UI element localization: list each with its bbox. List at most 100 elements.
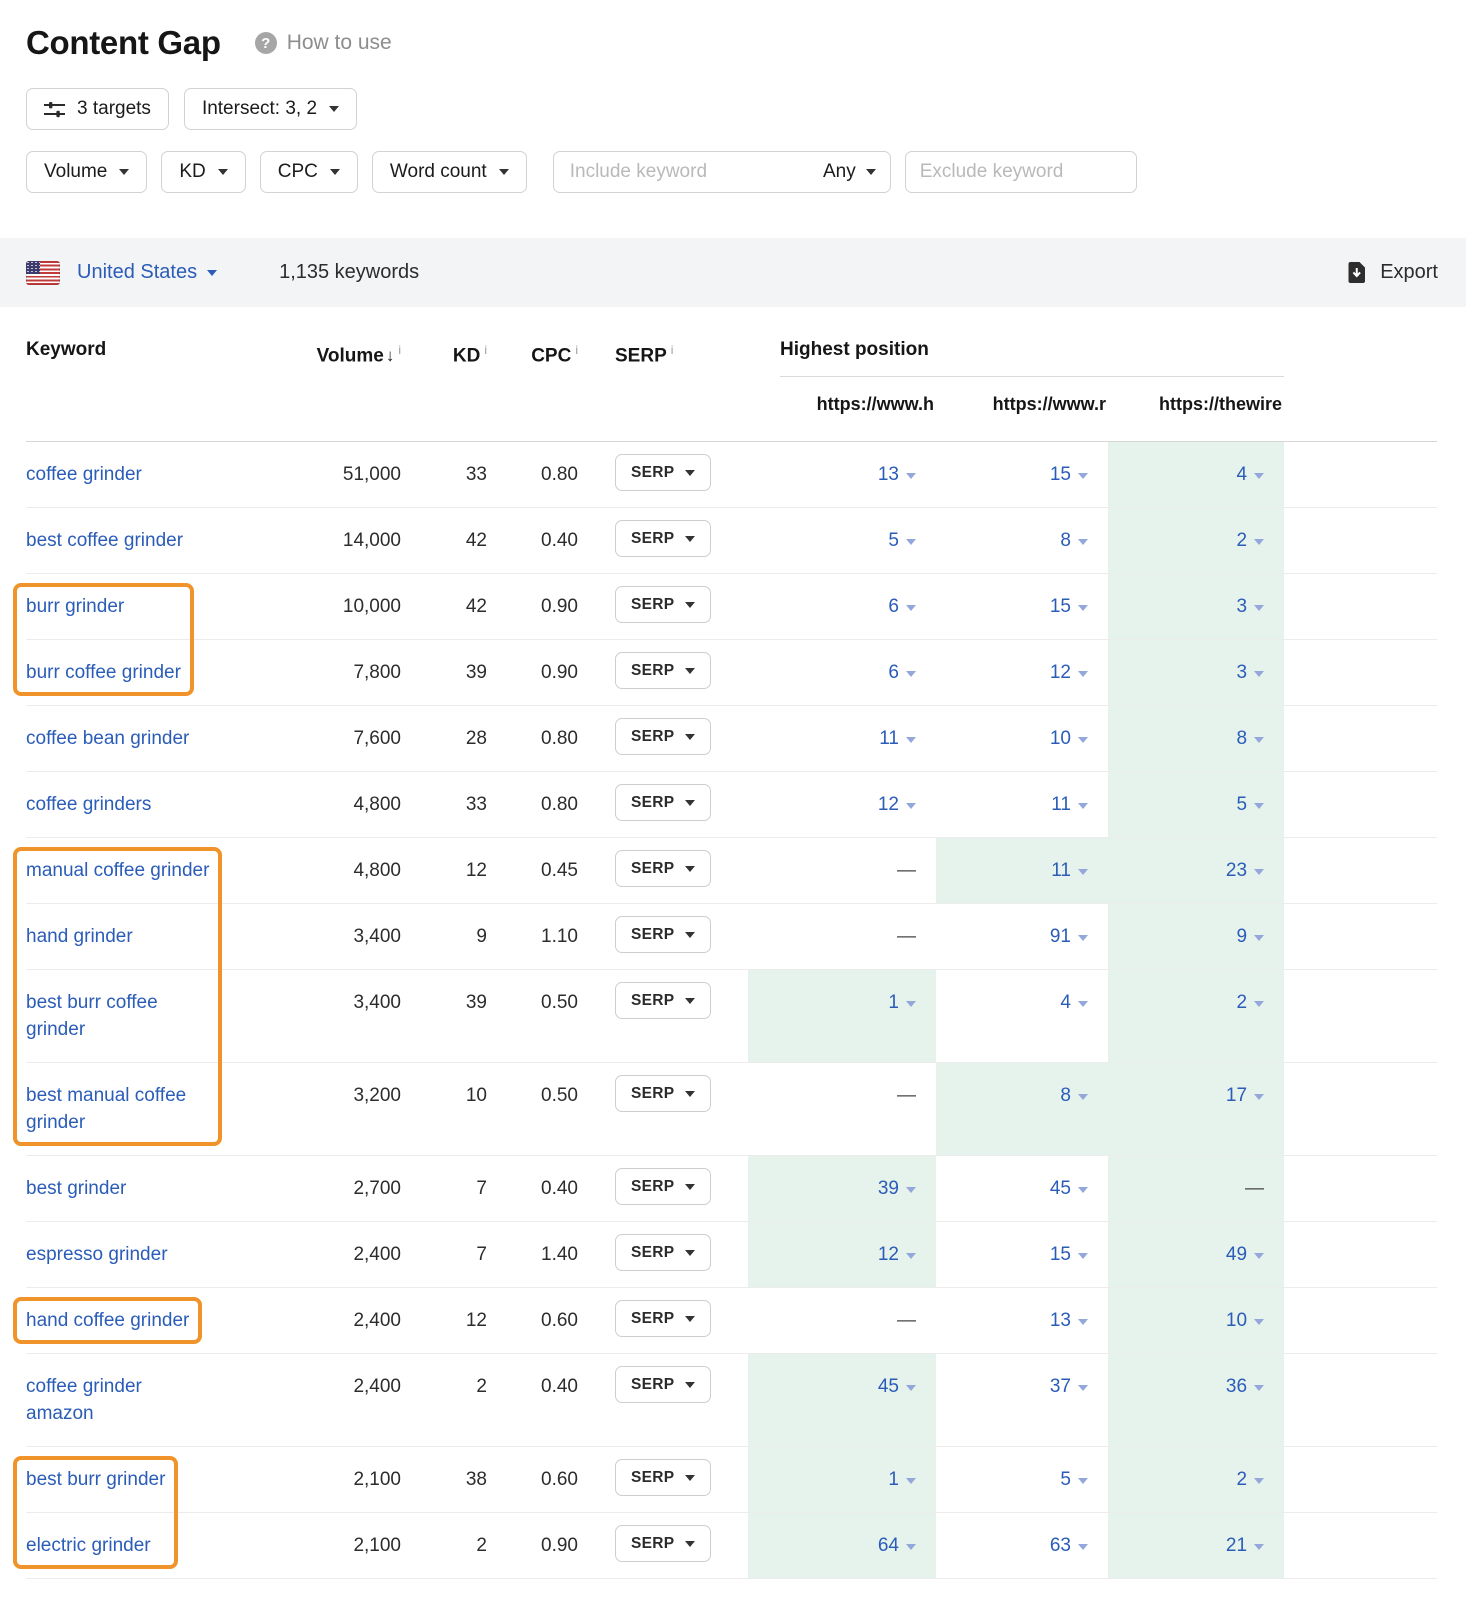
chevron-down-icon — [330, 169, 340, 175]
position-value[interactable]: 91 — [1050, 923, 1088, 950]
position-value[interactable]: 13 — [1050, 1307, 1088, 1334]
position-value[interactable]: 2 — [1236, 527, 1264, 554]
position-value[interactable]: 63 — [1050, 1532, 1088, 1559]
position-value[interactable]: 8 — [1060, 527, 1088, 554]
chevron-down-icon — [1078, 869, 1088, 875]
keyword-link[interactable]: hand coffee grinder — [26, 1307, 189, 1334]
position-value[interactable]: 1 — [888, 989, 916, 1016]
position-value[interactable]: 6 — [888, 659, 916, 686]
position-value[interactable]: 3 — [1236, 659, 1264, 686]
keyword-link[interactable]: coffee grinder — [26, 461, 142, 488]
position-value[interactable]: 12 — [1050, 659, 1088, 686]
position-value[interactable]: 49 — [1226, 1241, 1264, 1268]
position-value[interactable]: 2 — [1236, 989, 1264, 1016]
position-value[interactable]: 11 — [1051, 791, 1088, 818]
position-value[interactable]: 15 — [1050, 461, 1088, 488]
position-value[interactable]: 2 — [1236, 1466, 1264, 1493]
keyword-link[interactable]: best grinder — [26, 1175, 126, 1202]
position-value[interactable]: 4 — [1236, 461, 1264, 488]
keyword-link[interactable]: coffee grinder amazon — [26, 1373, 142, 1427]
targets-button[interactable]: 3 targets — [26, 88, 169, 130]
position-value[interactable]: 37 — [1050, 1373, 1088, 1400]
serp-button[interactable]: SERP — [615, 1234, 711, 1271]
target-url-header-2[interactable]: https://www.r — [936, 377, 1108, 442]
volume-filter-dropdown[interactable]: Volume — [26, 151, 147, 193]
keyword-link[interactable]: best manual coffee grinder — [26, 1082, 186, 1136]
table-row: hand grinder3,40091.10SERP—919 — [26, 904, 1437, 970]
position-value[interactable]: 36 — [1226, 1373, 1264, 1400]
serp-button[interactable]: SERP — [615, 586, 711, 623]
target-url-header-3[interactable]: https://thewire — [1108, 377, 1284, 442]
position-value[interactable]: 12 — [878, 791, 916, 818]
exclude-keyword-input[interactable] — [905, 151, 1137, 193]
keyword-link[interactable]: hand grinder — [26, 923, 133, 950]
include-mode-dropdown[interactable]: Any — [813, 161, 876, 183]
position-value[interactable]: 45 — [878, 1373, 916, 1400]
keyword-link[interactable]: coffee bean grinder — [26, 725, 189, 752]
serp-button[interactable]: SERP — [615, 1459, 711, 1496]
serp-button[interactable]: SERP — [615, 454, 711, 491]
position-value[interactable]: 8 — [1060, 1082, 1088, 1109]
keyword-link[interactable]: best burr grinder — [26, 1466, 165, 1493]
serp-button[interactable]: SERP — [615, 1366, 711, 1403]
col-header-volume[interactable]: Volume↓i — [296, 333, 401, 377]
keyword-link[interactable]: coffee grinders — [26, 791, 151, 818]
serp-button[interactable]: SERP — [615, 982, 711, 1019]
position-value[interactable]: 1 — [888, 1466, 916, 1493]
serp-button-label: SERP — [631, 1376, 674, 1394]
position-value[interactable]: 5 — [888, 527, 916, 554]
position-value[interactable]: 8 — [1236, 725, 1264, 752]
position-value[interactable]: 15 — [1050, 593, 1088, 620]
keyword-link[interactable]: burr coffee grinder — [26, 659, 181, 686]
serp-button[interactable]: SERP — [615, 718, 711, 755]
keyword-link[interactable]: manual coffee grinder — [26, 857, 209, 884]
keyword-link[interactable]: espresso grinder — [26, 1241, 168, 1268]
position-value[interactable]: 4 — [1060, 989, 1088, 1016]
position-value[interactable]: 12 — [878, 1241, 916, 1268]
position-value[interactable]: 9 — [1236, 923, 1264, 950]
keyword-link[interactable]: burr grinder — [26, 593, 124, 620]
position-value[interactable]: 11 — [1051, 857, 1088, 884]
position-value[interactable]: 10 — [1226, 1307, 1264, 1334]
position-value[interactable]: 17 — [1226, 1082, 1264, 1109]
position-value[interactable]: 64 — [878, 1532, 916, 1559]
intersect-dropdown[interactable]: Intersect: 3, 2 — [184, 88, 357, 130]
serp-button[interactable]: SERP — [615, 1075, 711, 1112]
serp-button[interactable]: SERP — [615, 850, 711, 887]
position-value[interactable]: 13 — [878, 461, 916, 488]
serp-button[interactable]: SERP — [615, 1168, 711, 1205]
position-value[interactable]: 23 — [1226, 857, 1264, 884]
serp-button[interactable]: SERP — [615, 1525, 711, 1562]
position-value[interactable]: 39 — [878, 1175, 916, 1202]
serp-button[interactable]: SERP — [615, 1300, 711, 1337]
word-count-filter-dropdown[interactable]: Word count — [372, 151, 527, 193]
keyword-link[interactable]: best coffee grinder — [26, 527, 183, 554]
keyword-cell: coffee grinders — [26, 772, 296, 838]
how-to-use-link[interactable]: ? How to use — [255, 31, 392, 55]
keyword-link[interactable]: electric grinder — [26, 1532, 151, 1559]
serp-button[interactable]: SERP — [615, 784, 711, 821]
export-button[interactable]: Export — [1346, 261, 1438, 284]
target-url-header-1[interactable]: https://www.h — [748, 377, 936, 442]
col-header-kd[interactable]: KDi — [401, 333, 487, 377]
position-value[interactable]: 15 — [1050, 1241, 1088, 1268]
col-header-cpc[interactable]: CPCi — [487, 333, 578, 377]
country-selector[interactable]: United States — [77, 261, 217, 284]
position-value[interactable]: 3 — [1236, 593, 1264, 620]
serp-button[interactable]: SERP — [615, 520, 711, 557]
keyword-link[interactable]: best burr coffee grinder — [26, 989, 158, 1043]
serp-button[interactable]: SERP — [615, 652, 711, 689]
position-value[interactable]: 21 — [1226, 1532, 1264, 1559]
position-value[interactable]: 6 — [888, 593, 916, 620]
position-value[interactable]: 5 — [1236, 791, 1264, 818]
kd-filter-dropdown[interactable]: KD — [161, 151, 245, 193]
cpc-cell: 0.45 — [487, 838, 578, 904]
serp-button[interactable]: SERP — [615, 916, 711, 953]
include-keyword-input[interactable] — [568, 160, 813, 184]
position-value[interactable]: 45 — [1050, 1175, 1088, 1202]
serp-button-label: SERP — [631, 794, 674, 812]
cpc-filter-dropdown[interactable]: CPC — [260, 151, 358, 193]
position-value[interactable]: 11 — [879, 725, 916, 752]
position-value[interactable]: 5 — [1060, 1466, 1088, 1493]
position-value[interactable]: 10 — [1050, 725, 1088, 752]
